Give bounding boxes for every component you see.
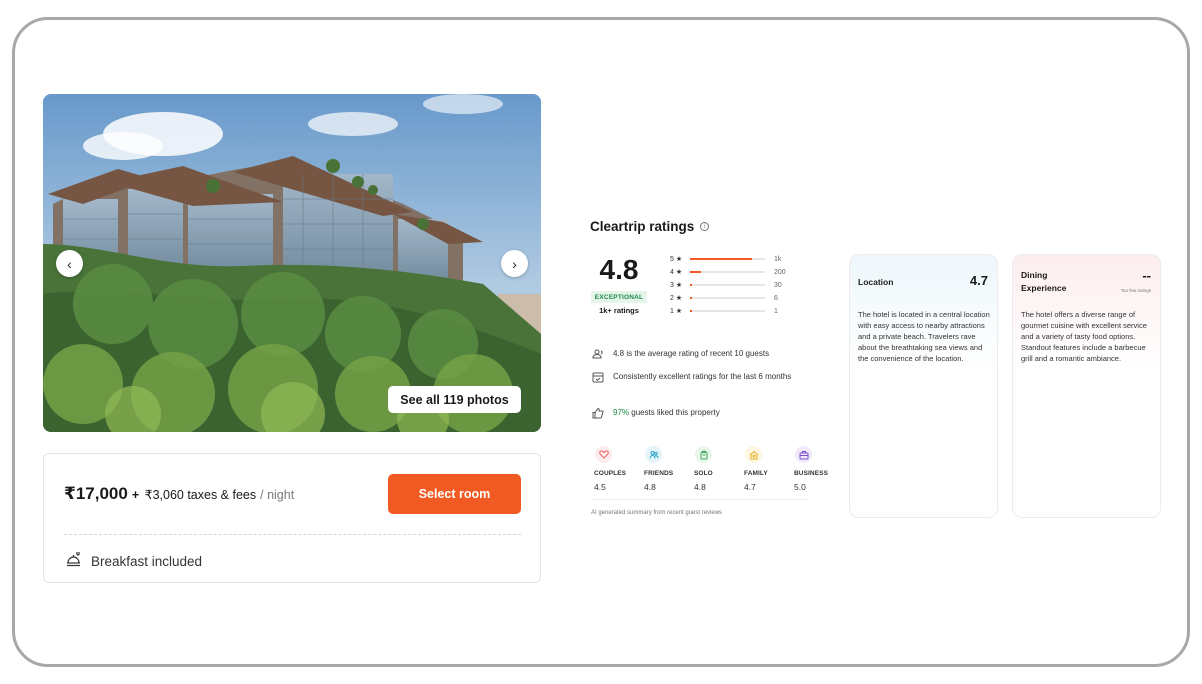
hotel-photo[interactable] xyxy=(43,94,541,432)
distribution-row: 3 ★ 30 xyxy=(670,280,782,290)
category-name: Dining Experience xyxy=(1021,270,1067,293)
segment-business: BUSINESS 5.0 xyxy=(794,446,844,492)
distribution-row: 1 ★ 1 xyxy=(670,306,778,316)
distribution-bar-track xyxy=(690,284,765,286)
segment-value: 4.5 xyxy=(594,482,606,492)
breakfast-tray-icon xyxy=(65,550,82,572)
distribution-bar-track xyxy=(690,310,765,312)
category-subtext: Too few ratings xyxy=(1120,288,1151,293)
category-description: The hotel offers a diverse range of gour… xyxy=(1021,310,1147,363)
ratings-title: Cleartrip ratings xyxy=(590,219,695,234)
prev-photo-button[interactable]: ‹ xyxy=(56,250,83,277)
segment-label: FAMILY xyxy=(744,470,768,477)
price-row: ₹17,000 + ₹3,060 taxes & fees / night xyxy=(64,484,294,504)
segment-value: 5.0 xyxy=(794,482,806,492)
distribution-star-label: 1 ★ xyxy=(670,308,683,315)
next-photo-button[interactable]: › xyxy=(501,250,528,277)
category-card-location[interactable]: Location 4.7 The hotel is located in a c… xyxy=(849,254,998,518)
breakfast-amenity: Breakfast included xyxy=(65,550,202,572)
family-icon xyxy=(745,446,762,463)
segment-value: 4.8 xyxy=(694,482,706,492)
distribution-row: 5 ★ 1k xyxy=(670,254,781,264)
per-night-label: / night xyxy=(260,488,295,502)
segments-divider xyxy=(592,499,808,500)
chevron-left-icon: ‹ xyxy=(67,255,72,272)
segment-friends: FRIENDS 4.8 xyxy=(644,446,694,492)
ratings-header: Cleartrip ratings i xyxy=(590,219,710,234)
category-name: Location xyxy=(858,277,894,287)
category-description: The hotel is located in a central locati… xyxy=(858,310,990,363)
distribution-bar-track xyxy=(690,271,765,273)
distribution-count: 6 xyxy=(774,294,778,302)
plus-sign: + xyxy=(131,488,140,502)
ai-summary-note: AI generated summary from recent guest r… xyxy=(591,510,723,516)
traveler-segments: COUPLES 4.5 FRIENDS 4.8 SOLO 4.8 FAMILY … xyxy=(594,446,844,492)
category-card-dining[interactable]: Dining Experience -- Too few ratings The… xyxy=(1012,254,1161,518)
distribution-bar-fill xyxy=(690,271,702,273)
distribution-count: 1k xyxy=(774,255,782,263)
taxes-text: ₹3,060 taxes & fees xyxy=(144,488,257,502)
category-score: -- xyxy=(1142,268,1151,283)
distribution-bar-fill xyxy=(690,297,692,299)
segment-family: FAMILY 4.7 xyxy=(744,446,794,492)
price-card: ₹17,000 + ₹3,060 taxes & fees / night Se… xyxy=(43,453,541,583)
briefcase-icon xyxy=(795,446,812,463)
distribution-bar-fill xyxy=(690,310,692,312)
distribution-count: 30 xyxy=(774,281,782,289)
see-all-photos-button[interactable]: See all 119 photos xyxy=(388,386,521,413)
segment-label: FRIENDS xyxy=(644,470,674,477)
segment-couples: COUPLES 4.5 xyxy=(594,446,644,492)
guests-icon xyxy=(592,347,604,365)
thumbs-up-icon xyxy=(592,406,604,424)
select-room-button[interactable]: Select room xyxy=(388,474,521,514)
distribution-star-label: 5 ★ xyxy=(670,256,683,263)
segment-label: COUPLES xyxy=(594,470,627,477)
insight-text: 4.8 is the average rating of recent 10 g… xyxy=(613,349,770,358)
distribution-star-label: 4 ★ xyxy=(670,269,683,276)
solo-icon xyxy=(695,446,712,463)
rating-badge: EXCEPTIONAL xyxy=(591,291,647,303)
distribution-bar-track xyxy=(690,297,765,299)
taxes-fees: + ₹3,060 taxes & fees xyxy=(132,487,256,502)
distribution-count: 1 xyxy=(774,307,778,315)
distribution-row: 4 ★ 200 xyxy=(670,267,786,277)
segment-label: BUSINESS xyxy=(794,470,829,477)
segment-solo: SOLO 4.8 xyxy=(694,446,744,492)
info-icon[interactable]: i xyxy=(700,222,710,231)
hotel-photo-image xyxy=(43,94,541,432)
liked-percent: 97% xyxy=(613,408,630,417)
category-score: 4.7 xyxy=(969,273,988,288)
calendar-check-icon xyxy=(592,370,604,388)
distribution-star-label: 2 ★ xyxy=(670,295,683,302)
room-price: ₹17,000 xyxy=(64,484,128,503)
distribution-bar-track xyxy=(690,258,765,260)
insight-liked: 97% guests liked this property xyxy=(592,406,720,424)
insight-text: 97% guests liked this property xyxy=(613,406,720,419)
ratings-count: 1k+ ratings xyxy=(599,306,639,315)
breakfast-label: Breakfast included xyxy=(91,553,203,569)
distribution-bar-fill xyxy=(690,284,692,286)
distribution-row: 2 ★ 6 xyxy=(670,293,778,303)
divider xyxy=(64,534,521,535)
segment-value: 4.7 xyxy=(744,482,756,492)
overall-score: 4.8 xyxy=(599,254,639,285)
distribution-bar-fill xyxy=(690,258,753,260)
friends-icon xyxy=(645,446,662,463)
segment-label: SOLO xyxy=(694,470,713,477)
liked-text: guests liked this property xyxy=(629,408,720,417)
segment-value: 4.8 xyxy=(644,482,656,492)
insight-consistent: Consistently excellent ratings for the l… xyxy=(592,370,803,388)
distribution-star-label: 3 ★ xyxy=(670,282,683,289)
chevron-right-icon: › xyxy=(512,255,517,272)
insight-text: Consistently excellent ratings for the l… xyxy=(613,372,792,381)
heart-icon xyxy=(595,446,612,463)
insight-recent-guests: 4.8 is the average rating of recent 10 g… xyxy=(592,347,769,365)
distribution-count: 200 xyxy=(774,268,786,276)
